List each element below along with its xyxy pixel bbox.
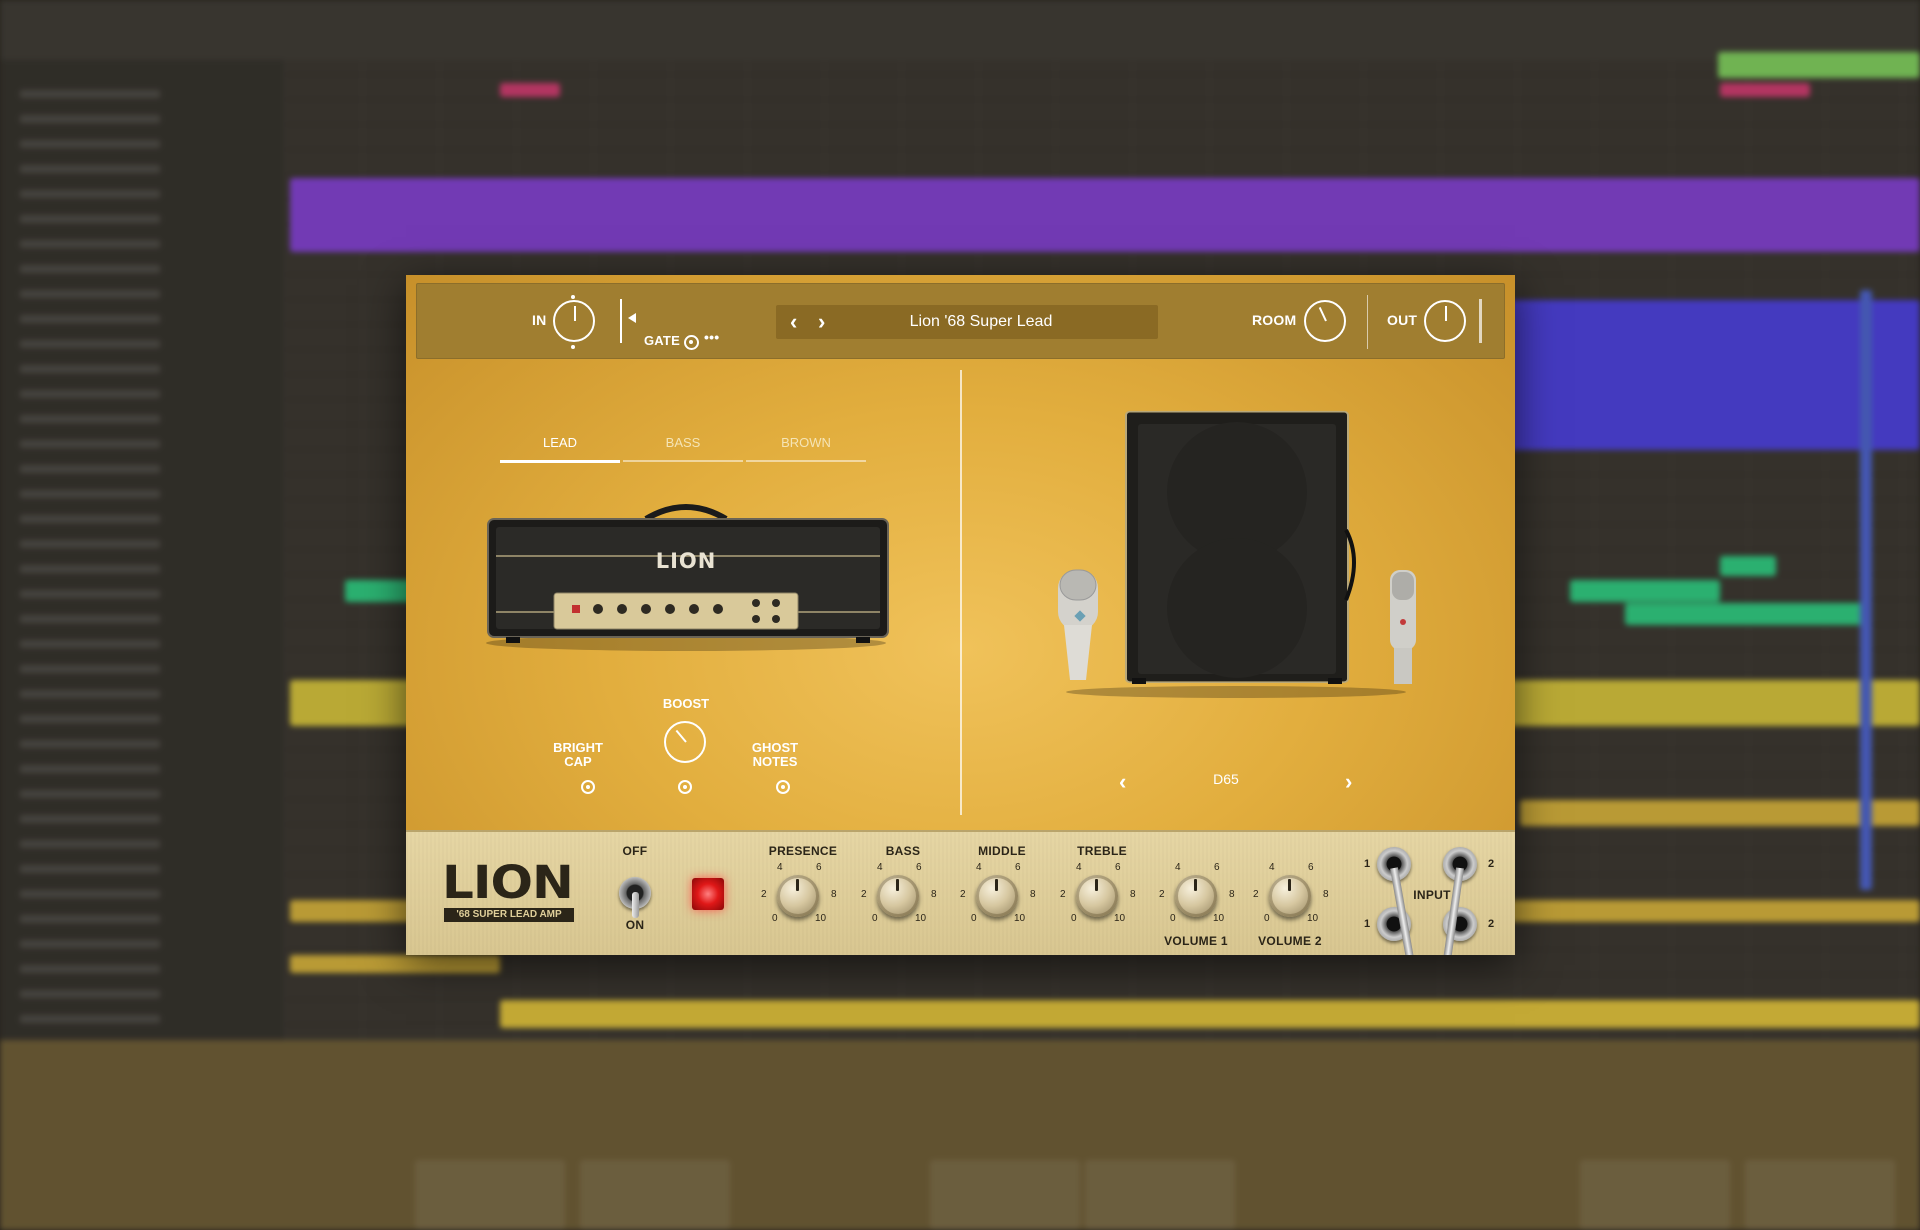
scale-number: 2 [1253, 889, 1259, 900]
knob-tick [571, 345, 575, 349]
power-off-label: OFF [622, 844, 648, 858]
gate-threshold-handle[interactable] [628, 313, 636, 323]
scale-number: 8 [1030, 889, 1036, 900]
scale-number: 2 [960, 889, 966, 900]
volume-1-label: VOLUME 1 [1164, 934, 1228, 948]
scale-number: 6 [1115, 862, 1121, 873]
scale-number: 0 [772, 913, 778, 924]
scale-number: 8 [931, 889, 937, 900]
scale-number: 0 [1170, 913, 1176, 924]
boost-label: BOOST [662, 696, 710, 711]
scale-number: 10 [1014, 913, 1026, 924]
bass-label: BASS [885, 844, 921, 858]
scale-number: 8 [1130, 889, 1136, 900]
preset-prev-icon[interactable]: ‹ [790, 305, 797, 339]
tab-lead[interactable]: LEAD [500, 435, 620, 463]
treble-label: TREBLE [1077, 844, 1127, 858]
scale-number: 6 [1308, 862, 1314, 873]
jack-number: 2 [1488, 918, 1495, 930]
volume-2-label: VOLUME 2 [1258, 934, 1322, 948]
jack-number: 1 [1364, 858, 1371, 870]
plugin-header: IN GATE ••• ‹ › Lion '68 Super Lead ROOM… [416, 283, 1505, 359]
brand-logo: LION [442, 856, 574, 909]
jack-number: 2 [1488, 858, 1495, 870]
bass-knob[interactable] [877, 875, 919, 917]
scale-number: 0 [1264, 913, 1270, 924]
bright-cap-toggle[interactable] [581, 780, 595, 794]
scale-number: 0 [971, 913, 977, 924]
treble-knob[interactable] [1076, 875, 1118, 917]
header-divider [1367, 295, 1368, 349]
preset-selector[interactable]: ‹ › Lion '68 Super Lead [776, 305, 1158, 339]
gate-toggle[interactable] [684, 335, 699, 350]
scale-number: 4 [877, 862, 883, 873]
middle-knob[interactable] [976, 875, 1018, 917]
gate-label: GATE [644, 333, 680, 348]
amp-head-image[interactable] [476, 495, 896, 655]
scale-number: 0 [872, 913, 878, 924]
amp-cab-divider [960, 370, 962, 815]
scale-number: 4 [1076, 862, 1082, 873]
input-label: INPUT [1413, 888, 1451, 902]
preset-next-icon[interactable]: › [818, 305, 825, 339]
output-label: OUT [1387, 312, 1418, 328]
preset-name[interactable]: Lion '68 Super Lead [886, 305, 1076, 339]
input-label: IN [532, 312, 547, 328]
middle-label: MIDDLE [978, 844, 1026, 858]
scale-number: 10 [1213, 913, 1225, 924]
knob-tick [571, 295, 575, 299]
amp-head-logo: LION [655, 549, 717, 573]
presence-label: PRESENCE [768, 844, 838, 858]
scale-number: 4 [777, 862, 783, 873]
cab-prev-icon[interactable]: ‹ [1119, 765, 1126, 799]
scale-number: 2 [861, 889, 867, 900]
scale-number: 4 [976, 862, 982, 873]
scale-number: 6 [916, 862, 922, 873]
room-knob[interactable] [1304, 300, 1346, 342]
scale-number: 8 [1229, 889, 1235, 900]
gate-more-icon[interactable]: ••• [704, 329, 719, 345]
amp-plugin-window: IN GATE ••• ‹ › Lion '68 Super Lead ROOM… [406, 275, 1515, 955]
scale-number: 2 [1159, 889, 1165, 900]
amp-control-panel: LION '68 SUPER LEAD AMP OFF ON PRESENCE … [406, 830, 1515, 955]
scale-number: 4 [1269, 862, 1275, 873]
ghost-notes-toggle[interactable] [776, 780, 790, 794]
scale-number: 6 [1015, 862, 1021, 873]
output-knob[interactable] [1424, 300, 1466, 342]
jack-number: 1 [1364, 918, 1371, 930]
bright-cap-label: BRIGHT CAP [553, 740, 603, 769]
input-knob[interactable] [553, 300, 595, 342]
room-label: ROOM [1252, 312, 1297, 328]
scale-number: 4 [1175, 862, 1181, 873]
boost-toggle[interactable] [678, 780, 692, 794]
boost-knob[interactable] [664, 721, 706, 763]
scale-number: 10 [815, 913, 827, 924]
scale-number: 6 [816, 862, 822, 873]
model-name: '68 SUPER LEAD AMP [444, 908, 574, 922]
scale-number: 10 [915, 913, 927, 924]
tab-brown[interactable]: BROWN [746, 435, 866, 462]
gate-meter [620, 299, 622, 343]
toggle-lever [632, 892, 639, 918]
power-on-label: ON [625, 918, 645, 932]
volume-1-knob[interactable] [1175, 875, 1217, 917]
scale-number: 0 [1071, 913, 1077, 924]
scale-number: 8 [831, 889, 837, 900]
scale-number: 6 [1214, 862, 1220, 873]
presence-knob[interactable] [777, 875, 819, 917]
cabinet-and-mics-image[interactable] [1046, 410, 1416, 700]
cab-next-icon[interactable]: › [1345, 765, 1352, 799]
scale-number: 2 [761, 889, 767, 900]
scale-number: 10 [1307, 913, 1319, 924]
power-lamp [692, 878, 724, 910]
cabinet-name: D65 [1213, 771, 1239, 787]
output-meter [1479, 299, 1482, 343]
volume-2-knob[interactable] [1269, 875, 1311, 917]
ghost-notes-label: GHOST NOTES [751, 740, 799, 769]
scale-number: 10 [1114, 913, 1126, 924]
scale-number: 2 [1060, 889, 1066, 900]
tab-bass[interactable]: BASS [623, 435, 743, 462]
scale-number: 8 [1323, 889, 1329, 900]
